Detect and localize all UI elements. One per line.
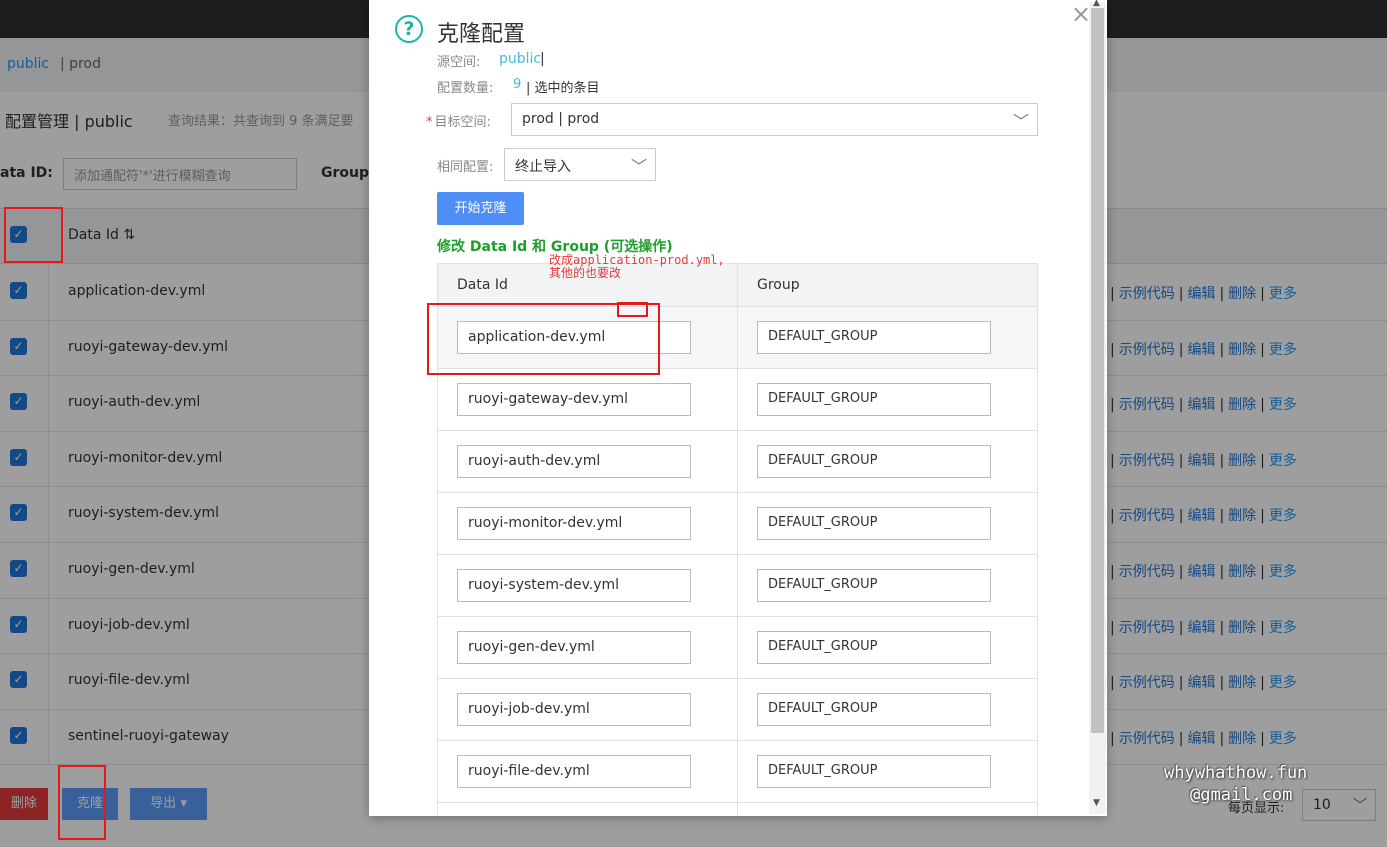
dialog-title: 克隆配置	[437, 22, 526, 47]
group-input[interactable]: DEFAULT_GROUP	[757, 631, 991, 664]
group-input[interactable]: DEFAULT_GROUP	[757, 321, 991, 354]
source-namespace-value: public	[499, 51, 542, 67]
dataid-input[interactable]: ruoyi-gen-dev.yml	[457, 631, 691, 664]
same-config-policy-label: 相同配置:	[437, 160, 494, 175]
question-icon: ?	[395, 15, 423, 43]
group-input[interactable]: DEFAULT_GROUP	[757, 445, 991, 478]
dataid-input[interactable]: ruoyi-auth-dev.yml	[457, 445, 691, 478]
group-input[interactable]: DEFAULT_GROUP	[757, 507, 991, 540]
dataid-input[interactable]: ruoyi-job-dev.yml	[457, 693, 691, 726]
config-count-label: 配置数量:	[437, 81, 494, 96]
chevron-down-icon: ﹀	[630, 157, 647, 176]
scroll-down-icon[interactable]: ▼	[1093, 798, 1100, 808]
annotation-note: 改成application-prod.yml, 其他的也要改	[549, 253, 725, 280]
scroll-up-icon[interactable]: ▲	[1093, 0, 1100, 8]
config-count-value: 9	[513, 77, 522, 92]
watermark: whywhathow.fun @gmail.com	[1164, 763, 1308, 805]
target-namespace-label: * 目标空间:	[426, 115, 491, 130]
scrollbar-thumb[interactable]	[1091, 8, 1104, 733]
dialog-scrollbar[interactable]: ▲ ▼	[1089, 0, 1106, 814]
dataid-input[interactable]: ruoyi-system-dev.yml	[457, 569, 691, 602]
group-input[interactable]: DEFAULT_GROUP	[757, 569, 991, 602]
annotation-box-marker	[617, 302, 648, 317]
column-header-dataid: Data Id	[457, 277, 508, 293]
column-header-group: Group	[757, 277, 800, 293]
annotation-box-select-all	[4, 207, 63, 263]
same-config-policy-select[interactable]: 终止导入 ﹀	[504, 148, 656, 181]
group-input[interactable]: DEFAULT_GROUP	[757, 693, 991, 726]
dataid-input[interactable]: ruoyi-gateway-dev.yml	[457, 383, 691, 416]
target-namespace-select[interactable]: prod | prod ﹀	[511, 103, 1038, 136]
group-input[interactable]: DEFAULT_GROUP	[757, 755, 991, 788]
annotation-box-clone-button	[58, 765, 106, 840]
dataid-input[interactable]: ruoyi-monitor-dev.yml	[457, 507, 691, 540]
config-count-suffix: | 选中的条目	[526, 81, 600, 96]
source-namespace-separator: |	[540, 51, 545, 67]
start-clone-button[interactable]: 开始克隆	[437, 192, 524, 225]
chevron-down-icon: ﹀	[1012, 112, 1029, 131]
clone-config-dialog: × ? 克隆配置 源空间: public | 配置数量: 9 | 选中的条目 *…	[369, 0, 1107, 816]
group-input[interactable]: DEFAULT_GROUP	[757, 383, 991, 416]
column-divider	[737, 264, 738, 816]
source-namespace-label: 源空间:	[437, 55, 481, 70]
dataid-input[interactable]: ruoyi-file-dev.yml	[457, 755, 691, 788]
